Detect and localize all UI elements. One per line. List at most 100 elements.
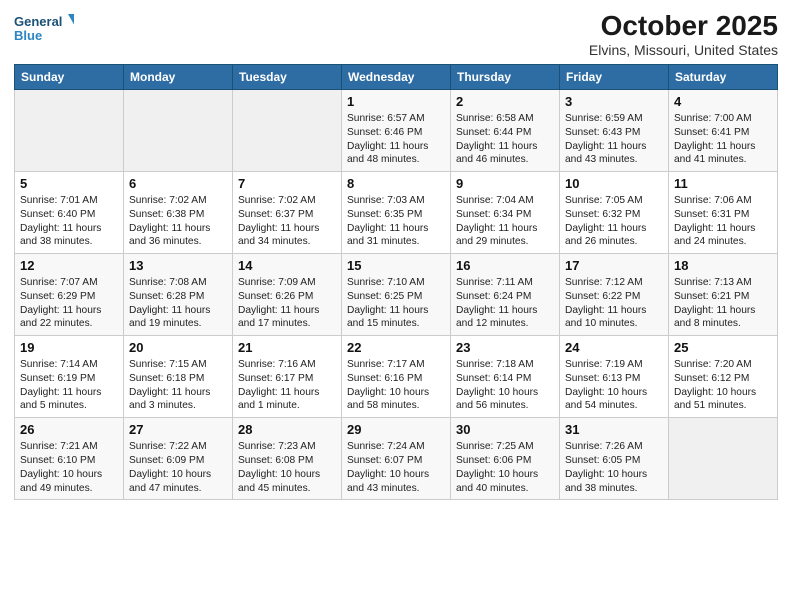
calendar-cell: 17 Sunrise: 7:12 AMSunset: 6:22 PMDaylig…	[560, 254, 669, 336]
page-container: General Blue October 2025 Elvins, Missou…	[0, 0, 792, 510]
calendar-cell: 21 Sunrise: 7:16 AMSunset: 6:17 PMDaylig…	[233, 336, 342, 418]
day-number: 6	[129, 176, 227, 191]
cell-text: Sunrise: 7:11 AMSunset: 6:24 PMDaylight:…	[456, 276, 554, 331]
day-number: 20	[129, 340, 227, 355]
day-number: 23	[456, 340, 554, 355]
calendar-cell: 26 Sunrise: 7:21 AMSunset: 6:10 PMDaylig…	[15, 418, 124, 500]
cell-text: Sunrise: 7:15 AMSunset: 6:18 PMDaylight:…	[129, 358, 227, 413]
day-number: 30	[456, 422, 554, 437]
cell-text: Sunrise: 7:13 AMSunset: 6:21 PMDaylight:…	[674, 276, 772, 331]
calendar-cell: 27 Sunrise: 7:22 AMSunset: 6:09 PMDaylig…	[124, 418, 233, 500]
col-friday: Friday	[560, 65, 669, 90]
col-monday: Monday	[124, 65, 233, 90]
calendar-week-4: 26 Sunrise: 7:21 AMSunset: 6:10 PMDaylig…	[15, 418, 778, 500]
calendar-cell	[233, 90, 342, 172]
day-number: 9	[456, 176, 554, 191]
calendar-table: Sunday Monday Tuesday Wednesday Thursday…	[14, 64, 778, 500]
cell-text: Sunrise: 7:02 AMSunset: 6:38 PMDaylight:…	[129, 194, 227, 249]
calendar-cell: 7 Sunrise: 7:02 AMSunset: 6:37 PMDayligh…	[233, 172, 342, 254]
calendar-cell: 12 Sunrise: 7:07 AMSunset: 6:29 PMDaylig…	[15, 254, 124, 336]
calendar-cell: 29 Sunrise: 7:24 AMSunset: 6:07 PMDaylig…	[342, 418, 451, 500]
cell-text: Sunrise: 7:26 AMSunset: 6:05 PMDaylight:…	[565, 440, 663, 495]
calendar-cell: 6 Sunrise: 7:02 AMSunset: 6:38 PMDayligh…	[124, 172, 233, 254]
calendar-cell: 28 Sunrise: 7:23 AMSunset: 6:08 PMDaylig…	[233, 418, 342, 500]
calendar-cell: 1 Sunrise: 6:57 AMSunset: 6:46 PMDayligh…	[342, 90, 451, 172]
cell-text: Sunrise: 7:25 AMSunset: 6:06 PMDaylight:…	[456, 440, 554, 495]
calendar-header: Sunday Monday Tuesday Wednesday Thursday…	[15, 65, 778, 90]
cell-text: Sunrise: 7:22 AMSunset: 6:09 PMDaylight:…	[129, 440, 227, 495]
day-number: 8	[347, 176, 445, 191]
cell-text: Sunrise: 7:08 AMSunset: 6:28 PMDaylight:…	[129, 276, 227, 331]
cell-text: Sunrise: 7:05 AMSunset: 6:32 PMDaylight:…	[565, 194, 663, 249]
cell-text: Sunrise: 7:07 AMSunset: 6:29 PMDaylight:…	[20, 276, 118, 331]
cell-text: Sunrise: 6:57 AMSunset: 6:46 PMDaylight:…	[347, 112, 445, 167]
day-number: 7	[238, 176, 336, 191]
cell-text: Sunrise: 7:17 AMSunset: 6:16 PMDaylight:…	[347, 358, 445, 413]
day-number: 31	[565, 422, 663, 437]
calendar-cell: 22 Sunrise: 7:17 AMSunset: 6:16 PMDaylig…	[342, 336, 451, 418]
cell-text: Sunrise: 7:10 AMSunset: 6:25 PMDaylight:…	[347, 276, 445, 331]
cell-text: Sunrise: 6:58 AMSunset: 6:44 PMDaylight:…	[456, 112, 554, 167]
cell-text: Sunrise: 7:21 AMSunset: 6:10 PMDaylight:…	[20, 440, 118, 495]
calendar-cell: 10 Sunrise: 7:05 AMSunset: 6:32 PMDaylig…	[560, 172, 669, 254]
calendar-cell	[15, 90, 124, 172]
calendar-cell: 25 Sunrise: 7:20 AMSunset: 6:12 PMDaylig…	[669, 336, 778, 418]
location: Elvins, Missouri, United States	[589, 42, 778, 58]
calendar-cell: 13 Sunrise: 7:08 AMSunset: 6:28 PMDaylig…	[124, 254, 233, 336]
cell-text: Sunrise: 7:04 AMSunset: 6:34 PMDaylight:…	[456, 194, 554, 249]
day-number: 24	[565, 340, 663, 355]
day-number: 29	[347, 422, 445, 437]
day-number: 3	[565, 94, 663, 109]
day-number: 18	[674, 258, 772, 273]
cell-text: Sunrise: 7:02 AMSunset: 6:37 PMDaylight:…	[238, 194, 336, 249]
calendar-cell: 4 Sunrise: 7:00 AMSunset: 6:41 PMDayligh…	[669, 90, 778, 172]
calendar-cell: 15 Sunrise: 7:10 AMSunset: 6:25 PMDaylig…	[342, 254, 451, 336]
day-number: 13	[129, 258, 227, 273]
cell-text: Sunrise: 7:16 AMSunset: 6:17 PMDaylight:…	[238, 358, 336, 413]
day-number: 1	[347, 94, 445, 109]
day-number: 28	[238, 422, 336, 437]
calendar-body: 1 Sunrise: 6:57 AMSunset: 6:46 PMDayligh…	[15, 90, 778, 500]
col-wednesday: Wednesday	[342, 65, 451, 90]
day-number: 4	[674, 94, 772, 109]
day-number: 15	[347, 258, 445, 273]
day-number: 10	[565, 176, 663, 191]
day-number: 21	[238, 340, 336, 355]
cell-text: Sunrise: 7:00 AMSunset: 6:41 PMDaylight:…	[674, 112, 772, 167]
cell-text: Sunrise: 6:59 AMSunset: 6:43 PMDaylight:…	[565, 112, 663, 167]
calendar-cell: 11 Sunrise: 7:06 AMSunset: 6:31 PMDaylig…	[669, 172, 778, 254]
calendar-week-2: 12 Sunrise: 7:07 AMSunset: 6:29 PMDaylig…	[15, 254, 778, 336]
col-sunday: Sunday	[15, 65, 124, 90]
day-number: 19	[20, 340, 118, 355]
cell-text: Sunrise: 7:19 AMSunset: 6:13 PMDaylight:…	[565, 358, 663, 413]
day-number: 14	[238, 258, 336, 273]
calendar-cell: 18 Sunrise: 7:13 AMSunset: 6:21 PMDaylig…	[669, 254, 778, 336]
calendar-week-0: 1 Sunrise: 6:57 AMSunset: 6:46 PMDayligh…	[15, 90, 778, 172]
cell-text: Sunrise: 7:09 AMSunset: 6:26 PMDaylight:…	[238, 276, 336, 331]
cell-text: Sunrise: 7:18 AMSunset: 6:14 PMDaylight:…	[456, 358, 554, 413]
day-number: 17	[565, 258, 663, 273]
cell-text: Sunrise: 7:01 AMSunset: 6:40 PMDaylight:…	[20, 194, 118, 249]
calendar-week-1: 5 Sunrise: 7:01 AMSunset: 6:40 PMDayligh…	[15, 172, 778, 254]
calendar-cell	[669, 418, 778, 500]
calendar-cell: 23 Sunrise: 7:18 AMSunset: 6:14 PMDaylig…	[451, 336, 560, 418]
calendar-cell: 2 Sunrise: 6:58 AMSunset: 6:44 PMDayligh…	[451, 90, 560, 172]
day-number: 12	[20, 258, 118, 273]
svg-text:General: General	[14, 14, 62, 29]
calendar-cell: 3 Sunrise: 6:59 AMSunset: 6:43 PMDayligh…	[560, 90, 669, 172]
col-tuesday: Tuesday	[233, 65, 342, 90]
calendar-cell: 31 Sunrise: 7:26 AMSunset: 6:05 PMDaylig…	[560, 418, 669, 500]
day-number: 25	[674, 340, 772, 355]
cell-text: Sunrise: 7:06 AMSunset: 6:31 PMDaylight:…	[674, 194, 772, 249]
cell-text: Sunrise: 7:03 AMSunset: 6:35 PMDaylight:…	[347, 194, 445, 249]
day-number: 11	[674, 176, 772, 191]
day-number: 27	[129, 422, 227, 437]
day-number: 2	[456, 94, 554, 109]
cell-text: Sunrise: 7:23 AMSunset: 6:08 PMDaylight:…	[238, 440, 336, 495]
cell-text: Sunrise: 7:24 AMSunset: 6:07 PMDaylight:…	[347, 440, 445, 495]
calendar-cell: 8 Sunrise: 7:03 AMSunset: 6:35 PMDayligh…	[342, 172, 451, 254]
col-thursday: Thursday	[451, 65, 560, 90]
calendar-cell	[124, 90, 233, 172]
month-title: October 2025	[589, 10, 778, 42]
logo-svg: General Blue	[14, 10, 74, 46]
